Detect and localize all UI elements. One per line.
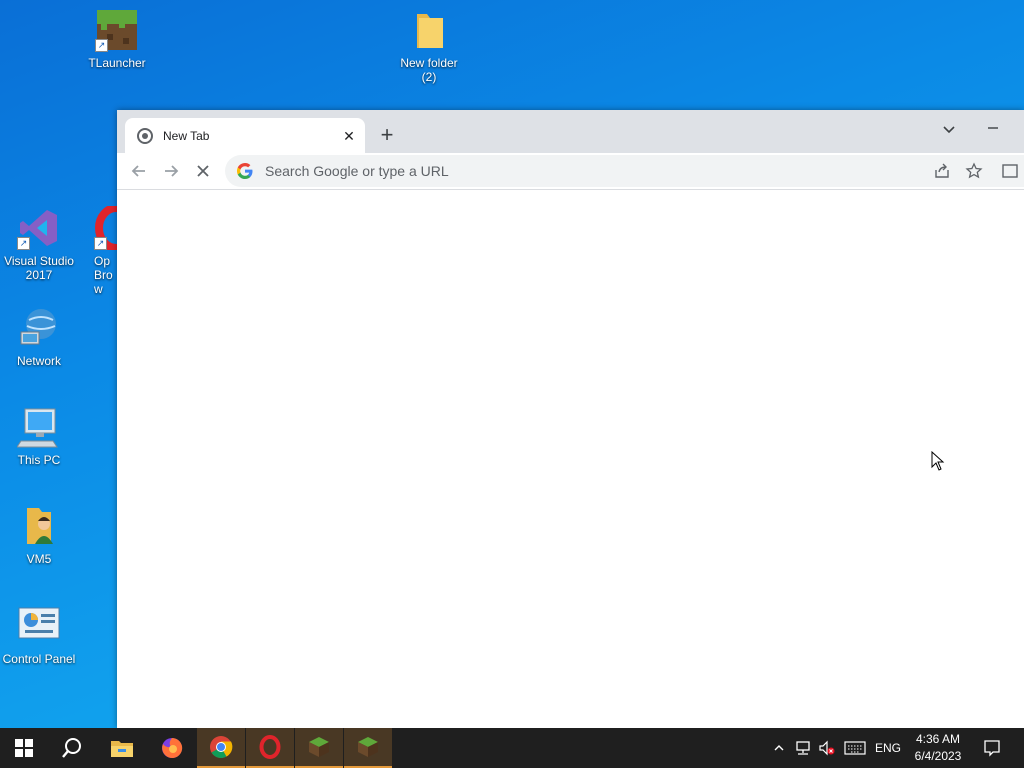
- opera-icon: [259, 735, 281, 759]
- taskbar-minecraft-1[interactable]: [295, 728, 343, 768]
- stop-icon: [197, 165, 209, 177]
- tab-close-icon[interactable]: ✕: [339, 126, 359, 146]
- taskbar-file-explorer[interactable]: [98, 728, 146, 768]
- network-icon: [17, 306, 61, 350]
- input-language[interactable]: ENG: [872, 728, 904, 768]
- desktop-icon-control-panel[interactable]: Control Panel: [0, 604, 78, 666]
- computer-icon: [16, 405, 61, 449]
- touch-keyboard-icon[interactable]: [842, 728, 868, 768]
- desktop-icon-vm5[interactable]: VM5: [0, 504, 78, 566]
- desktop-icon-label: TLauncher: [88, 56, 146, 70]
- tab-search-chevron-icon[interactable]: [937, 118, 961, 142]
- tlauncher-icon: ↗: [95, 8, 139, 52]
- desktop-icon-label: Control Panel: [2, 652, 76, 666]
- system-clock[interactable]: 4:36 AM 6/4/2023: [905, 731, 971, 765]
- file-explorer-icon: [111, 741, 133, 757]
- taskbar-opera[interactable]: [246, 728, 294, 768]
- taskbar-firefox[interactable]: [148, 728, 196, 768]
- desktop-icon-opera-browser[interactable]: ↗ Op Brow: [78, 206, 118, 296]
- desktop-icon-network[interactable]: Network: [0, 306, 78, 368]
- action-center-notification-icon[interactable]: [978, 728, 1006, 768]
- visual-studio-icon: ↗: [17, 206, 61, 250]
- omnibox[interactable]: [225, 155, 1024, 187]
- tab-strip: New Tab ✕ +: [117, 110, 1024, 153]
- taskbar: ENG 4:36 AM 6/4/2023: [0, 728, 1024, 768]
- start-button[interactable]: [0, 728, 48, 768]
- show-hidden-icons-chevron-icon[interactable]: [770, 728, 788, 768]
- desktop-icon-tlauncher[interactable]: ↗ TLauncher: [78, 8, 156, 70]
- network-tray-icon[interactable]: [792, 728, 814, 768]
- side-panel-icon[interactable]: [1001, 162, 1019, 180]
- desktop-icon-label: VM5: [26, 552, 52, 566]
- browser-toolbar: [117, 153, 1024, 190]
- new-tab-button[interactable]: +: [375, 124, 399, 148]
- browser-window: New Tab ✕ +: [117, 110, 1024, 728]
- minimize-button[interactable]: [981, 116, 1005, 140]
- forward-arrow-icon: [165, 165, 179, 177]
- back-arrow-icon: [131, 165, 145, 177]
- volume-muted-icon[interactable]: [816, 728, 838, 768]
- stop-loading-button[interactable]: [191, 159, 215, 183]
- search-button[interactable]: [48, 728, 96, 768]
- desktop-icon-visual-studio-2017[interactable]: ↗ Visual Studio 2017: [0, 206, 78, 282]
- desktop-icon-label: Op Brow: [94, 254, 113, 296]
- desktop-icon-new-folder-2[interactable]: New folder (2): [390, 8, 468, 84]
- desktop-icon-label: Visual Studio 2017: [4, 254, 74, 282]
- minecraft-block-icon: [309, 737, 329, 757]
- tab-new-tab[interactable]: New Tab ✕: [125, 118, 365, 153]
- control-panel-icon: [17, 604, 61, 648]
- desktop-icon-this-pc[interactable]: This PC: [0, 405, 78, 467]
- chrome-icon: [210, 736, 233, 758]
- search-icon: [62, 738, 81, 758]
- minecraft-block-icon: [358, 737, 378, 757]
- desktop-icon-label: Network: [16, 354, 61, 368]
- opera-icon: ↗: [94, 206, 118, 252]
- folder-icon: [407, 8, 451, 52]
- desktop-icon-label: This PC: [17, 453, 61, 467]
- bookmark-star-icon[interactable]: [965, 162, 983, 180]
- desktop-icon-label: New folder (2): [400, 56, 458, 84]
- clock-date: 6/4/2023: [914, 749, 962, 763]
- tab-favicon-icon: [137, 127, 153, 144]
- shortcut-arrow-icon: ↗: [94, 237, 107, 250]
- clock-time: 4:36 AM: [915, 732, 961, 746]
- taskbar-minecraft-2[interactable]: [344, 728, 392, 768]
- shortcut-arrow-icon: ↗: [17, 237, 30, 250]
- back-button[interactable]: [127, 159, 151, 183]
- firefox-icon: [162, 737, 183, 758]
- shortcut-arrow-icon: ↗: [95, 39, 108, 52]
- omnibox-input[interactable]: [263, 162, 867, 180]
- mouse-cursor-icon: [931, 450, 945, 476]
- google-g-icon: [237, 163, 253, 179]
- windows-logo-icon: [15, 739, 33, 757]
- user-folder-icon: [17, 504, 61, 548]
- taskbar-chrome[interactable]: [197, 728, 245, 768]
- page-content: [117, 190, 1024, 728]
- tab-title: New Tab: [163, 128, 210, 143]
- share-icon[interactable]: [933, 162, 951, 180]
- forward-button[interactable]: [159, 159, 183, 183]
